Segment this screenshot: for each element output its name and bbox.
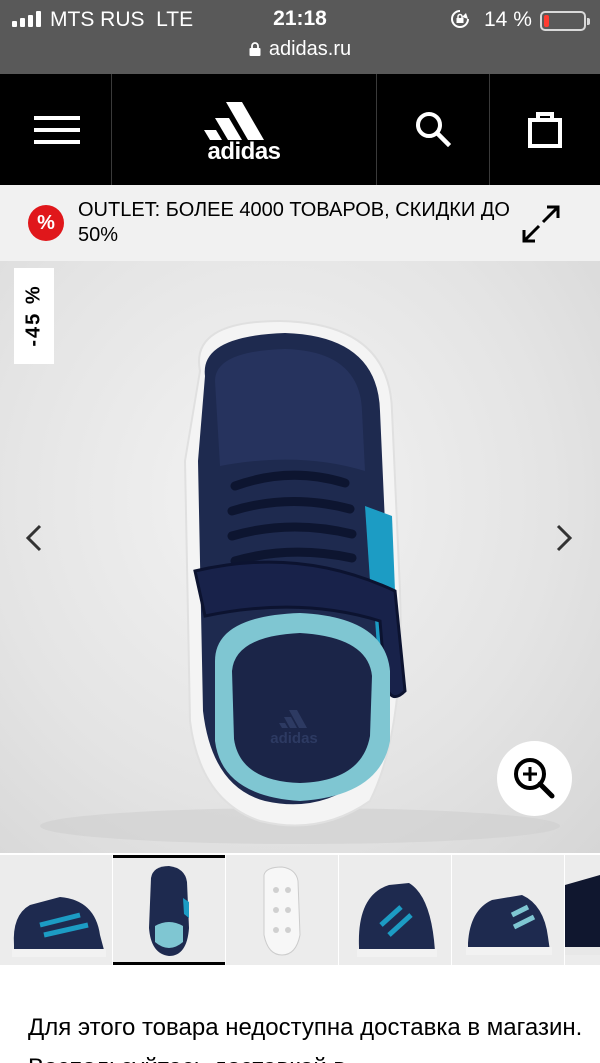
banner-text: OUTLET: БОЛЕЕ 4000 ТОВАРОВ, СКИДКИ ДО 50… — [78, 199, 510, 246]
thumbnail-strip — [0, 853, 600, 968]
thumbnail[interactable] — [226, 855, 338, 965]
expand-icon[interactable] — [521, 204, 561, 244]
lock-icon — [249, 42, 261, 56]
search-icon — [416, 112, 451, 147]
percent-badge-icon: % — [28, 205, 64, 241]
thumbnail-active[interactable] — [113, 855, 225, 965]
battery-icon — [540, 11, 590, 31]
shopping-bag-icon — [528, 112, 562, 148]
delivery-notice: Для этого товара недоступна доставка в м… — [28, 1014, 583, 1063]
site-header: adidas — [0, 74, 600, 185]
battery-level — [544, 15, 549, 27]
thumbnail[interactable] — [0, 855, 112, 965]
outlet-banner[interactable]: % OUTLET: БОЛЕЕ 4000 ТОВАРОВ, СКИДКИ ДО … — [0, 185, 600, 261]
three-stripes-icon — [204, 102, 264, 140]
thumbnail[interactable] — [452, 855, 564, 965]
url-text: adidas.ru — [268, 38, 352, 60]
svg-text:adidas: adidas — [270, 730, 318, 747]
status-bar: MTS RUS LTE 21:18 14 % adidas.ru — [0, 0, 600, 74]
adidas-logo: adidas — [196, 100, 292, 165]
discount-label: -45 % — [22, 284, 45, 347]
zoom-button[interactable] — [497, 741, 572, 816]
chevron-left-icon[interactable] — [22, 520, 46, 556]
thumbnail[interactable] — [565, 855, 600, 965]
hamburger-icon — [34, 116, 80, 144]
home-logo-link[interactable]: adidas — [112, 74, 376, 185]
menu-button[interactable] — [0, 74, 111, 185]
zoom-in-icon — [514, 758, 555, 799]
chevron-right-icon[interactable] — [552, 520, 576, 556]
battery-percent: 14 % — [484, 8, 532, 31]
address-bar[interactable]: adidas.ru — [0, 38, 600, 61]
thumbnail[interactable] — [339, 855, 451, 965]
discount-badge: -45 % — [14, 268, 54, 364]
orientation-lock-icon — [451, 10, 469, 28]
brand-wordmark: adidas — [207, 138, 281, 165]
